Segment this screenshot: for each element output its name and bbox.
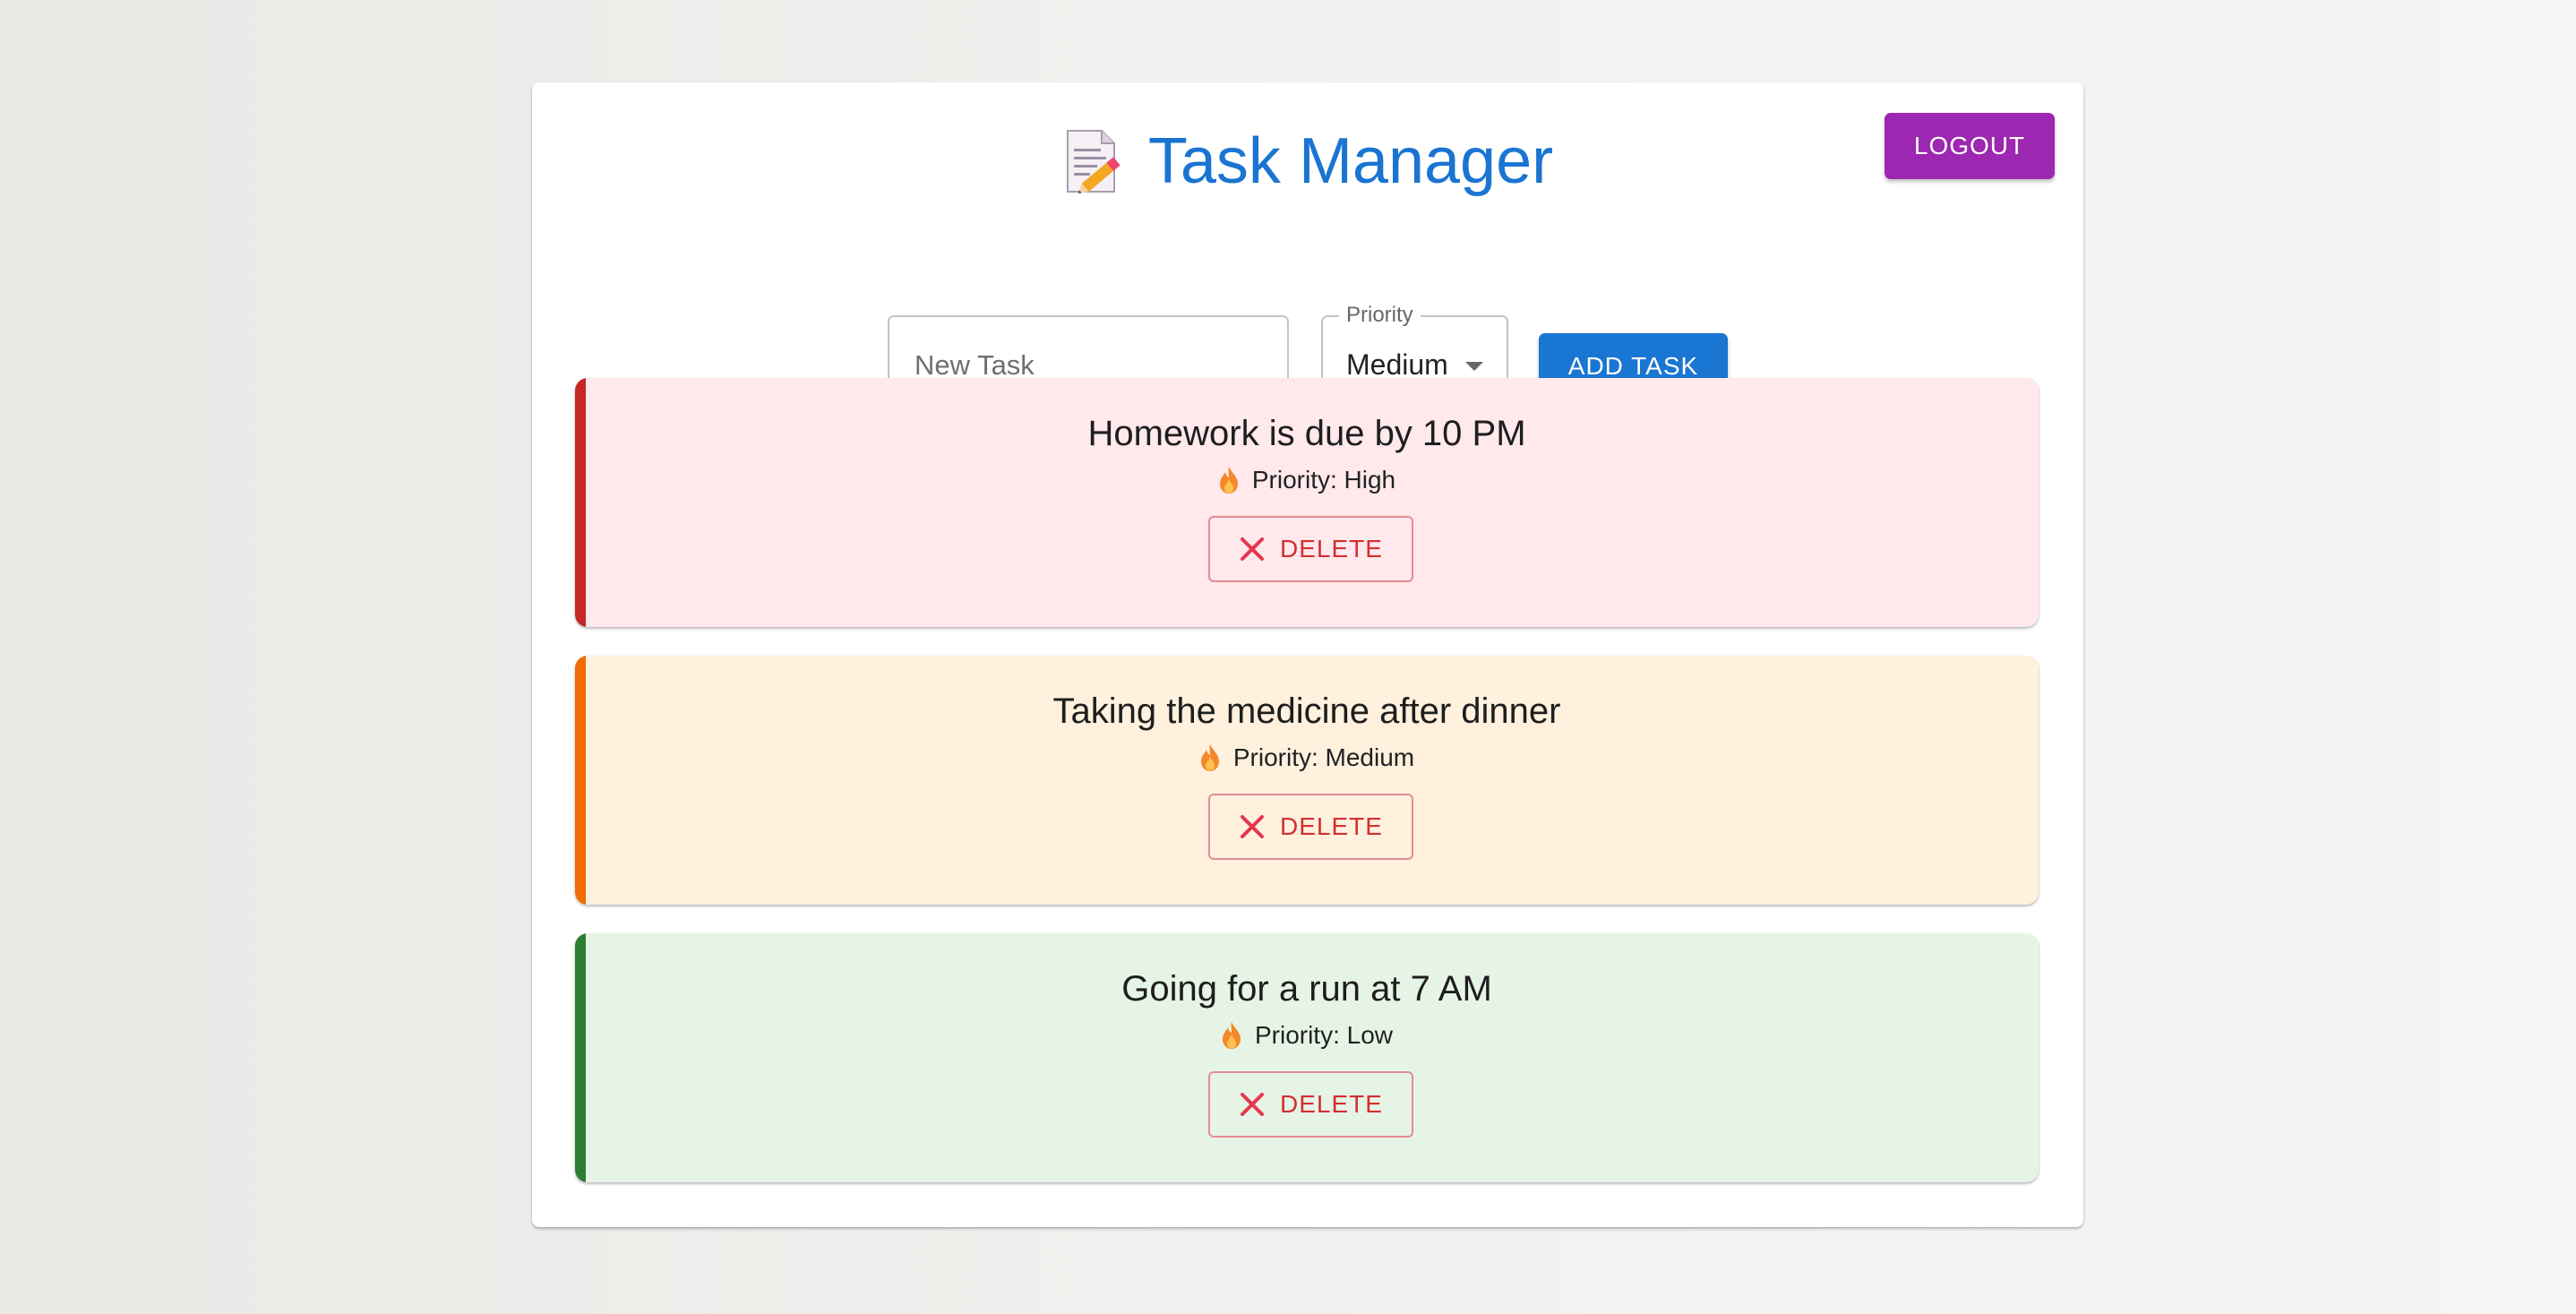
fire-icon [1218,466,1240,494]
close-icon [1239,813,1266,840]
task-title: Taking the medicine after dinner [1052,691,1561,731]
delete-button[interactable]: DELETE [1208,794,1413,860]
task-priority: Priority: High [575,466,2039,494]
priority-text: Priority: High [1251,466,1396,494]
delete-label: DELETE [1280,535,1383,563]
fire-icon [1221,1021,1242,1050]
caret-down-icon [1465,362,1483,371]
delete-button[interactable]: DELETE [1208,516,1413,582]
close-icon [1239,1091,1266,1118]
delete-label: DELETE [1280,812,1383,840]
task-title: Going for a run at 7 AM [1121,969,1492,1009]
header: Task Manager [532,127,2083,195]
task-card: Taking the medicine after dinner Priorit… [575,656,2039,905]
task-priority: Priority: Medium [575,743,2039,772]
task-list: Homework is due by 10 PM Priority: High … [575,378,2039,1211]
page-title: Task Manager [1147,125,1554,197]
task-title: Homework is due by 10 PM [1087,414,1526,453]
task-priority: Priority: Low [575,1021,2039,1050]
delete-button[interactable]: DELETE [1208,1071,1413,1138]
task-card: Homework is due by 10 PM Priority: High … [575,378,2039,627]
fire-icon [1199,743,1221,772]
task-card: Going for a run at 7 AM Priority: Low DE… [575,933,2039,1182]
priority-text: Priority: Medium [1232,743,1415,771]
delete-label: DELETE [1280,1090,1383,1118]
memo-icon [1062,127,1125,195]
close-icon [1239,536,1266,563]
priority-text: Priority: Low [1254,1021,1394,1049]
task-manager-panel: LOGOUT Task Manager New Task Priority Me… [532,82,2083,1227]
